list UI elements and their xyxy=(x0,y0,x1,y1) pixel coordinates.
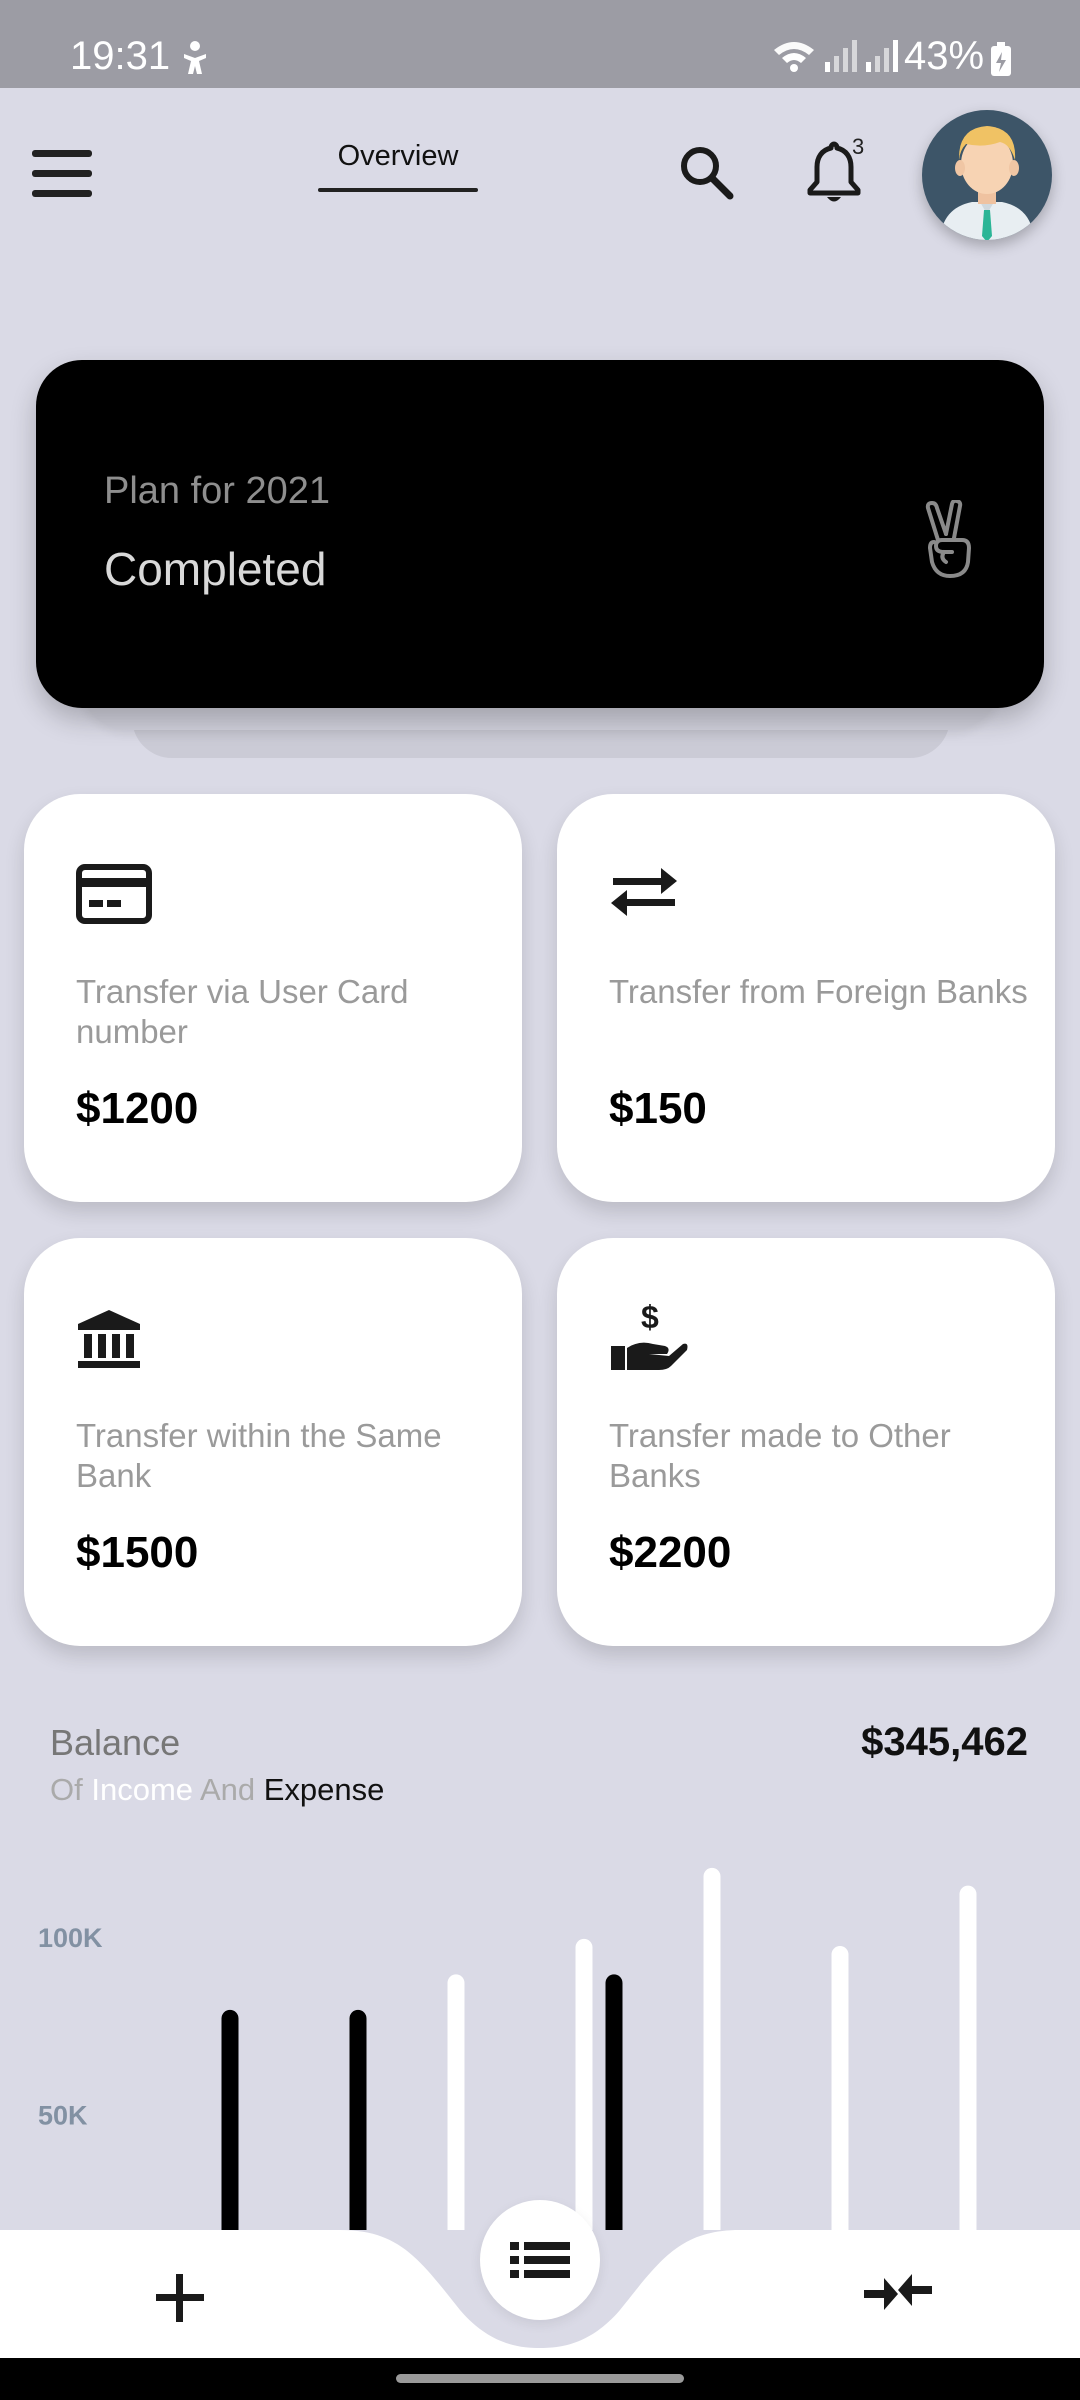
hand-dollar-icon: $ xyxy=(611,1300,688,1370)
search-icon[interactable] xyxy=(676,142,736,202)
wifi-icon xyxy=(774,42,814,72)
balance-sub-of: Of xyxy=(50,1772,83,1807)
signal-icon xyxy=(825,40,857,72)
card-amount: $1500 xyxy=(76,1528,199,1577)
home-indicator[interactable] xyxy=(396,2374,684,2383)
accessibility-icon xyxy=(184,41,206,74)
avatar[interactable] xyxy=(922,110,1052,240)
exchange-arrows-icon xyxy=(611,868,677,916)
notification-count: 3 xyxy=(852,134,865,159)
y-tick-label: 50K xyxy=(38,2101,88,2131)
bank-building-icon xyxy=(78,1310,140,1368)
credit-card-icon xyxy=(76,864,152,924)
signal-icon xyxy=(866,40,898,72)
battery-percent: 43% xyxy=(904,34,985,78)
balance-total: $345,462 xyxy=(861,1720,1028,1764)
user-avatar-icon xyxy=(940,126,1034,240)
hamburger-icon xyxy=(32,150,92,157)
card-label: Transfer via User Card number xyxy=(76,973,409,1050)
y-tick-label: 100K xyxy=(38,1923,103,1953)
card-amount: $1200 xyxy=(76,1084,199,1133)
balance-sub-and: And xyxy=(199,1772,256,1807)
svg-text:$: $ xyxy=(641,1300,659,1335)
victory-hand-icon xyxy=(925,500,971,578)
transfer-card[interactable]: $ Transfer made to Other Banks $2200 xyxy=(557,1238,1055,1646)
tab-indicator xyxy=(318,188,478,192)
transfer-card[interactable]: Transfer via User Card number $1200 xyxy=(24,794,522,1202)
card-label: Transfer within the Same Bank xyxy=(76,1417,442,1494)
card-amount: $2200 xyxy=(609,1528,732,1577)
balance-subtitle: Of Income And Expense xyxy=(50,1772,384,1808)
compress-arrows-icon[interactable] xyxy=(862,2264,934,2320)
plan-card[interactable]: Plan for 2021 Completed xyxy=(36,360,1044,708)
plan-status: Completed xyxy=(104,543,327,595)
card-label: Transfer made to Other Banks xyxy=(609,1417,951,1494)
list-button[interactable] xyxy=(480,2200,600,2320)
plus-icon[interactable] xyxy=(152,2270,208,2326)
transfer-card[interactable]: Transfer from Foreign Banks $150 xyxy=(557,794,1055,1202)
battery-charging-icon xyxy=(991,42,1011,76)
list-icon xyxy=(510,2242,570,2278)
card-amount: $150 xyxy=(609,1084,707,1133)
status-time: 19:31 xyxy=(70,34,171,78)
tab-overview[interactable]: Overview xyxy=(318,140,478,173)
card-label: Transfer from Foreign Banks xyxy=(609,973,1028,1010)
legend-expense: Expense xyxy=(263,1772,385,1807)
menu-button[interactable] xyxy=(32,150,94,198)
balance-title: Balance xyxy=(50,1722,181,1763)
plan-title: Plan for 2021 xyxy=(104,470,331,512)
legend-income: Income xyxy=(91,1772,194,1807)
transfer-card[interactable]: Transfer within the Same Bank $1500 xyxy=(24,1238,522,1646)
status-bar: 19:31 43% xyxy=(0,0,1080,88)
